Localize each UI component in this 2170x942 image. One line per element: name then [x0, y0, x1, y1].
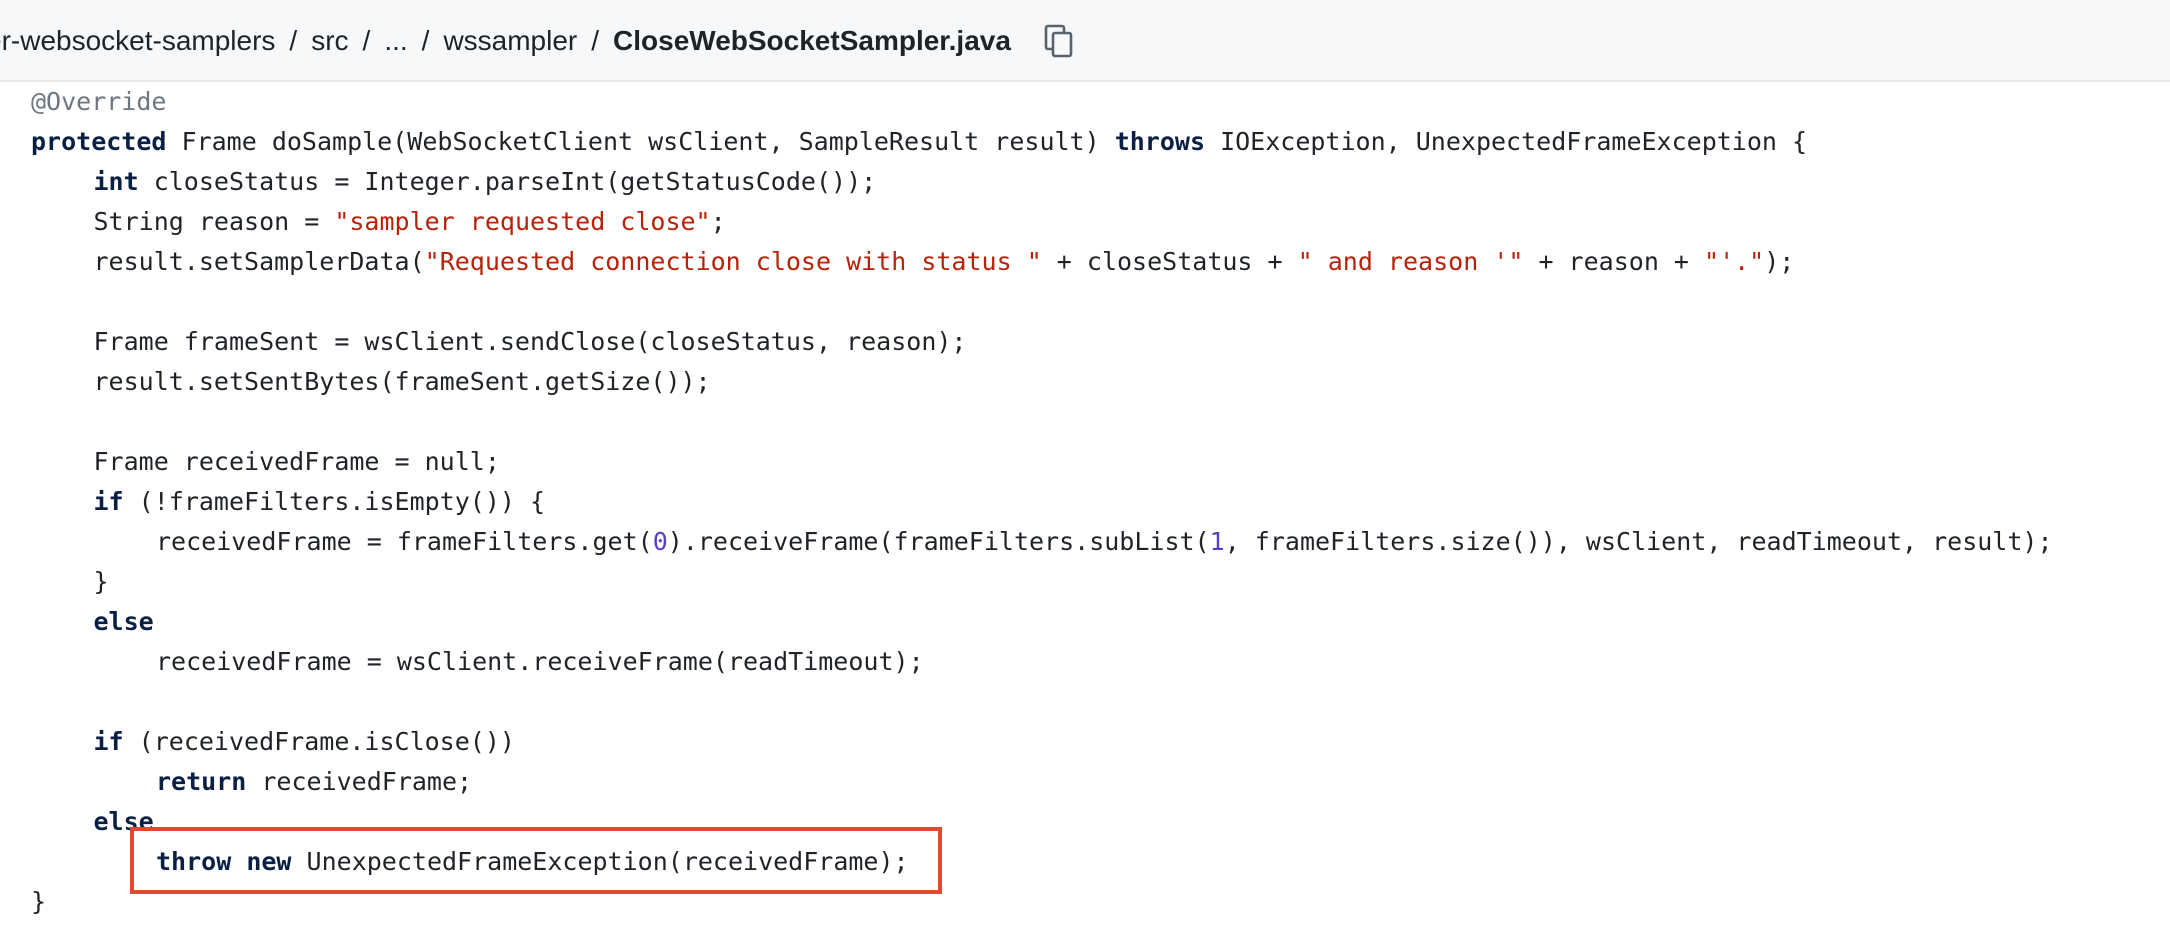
code-line: }: [31, 562, 2053, 602]
keyword-token: else: [93, 807, 154, 836]
number-token: 0: [652, 527, 668, 556]
copy-icon: [1044, 24, 1073, 58]
code-text: , frameFilters.size()), wsClient, readTi…: [1224, 527, 2053, 556]
code-line: @Override: [31, 82, 2053, 122]
number-token: 1: [1209, 527, 1225, 556]
code-text: (receivedFrame.isClose()): [123, 727, 515, 756]
keyword-token: return: [156, 767, 247, 796]
keyword-token: new: [246, 847, 292, 876]
code-text: receivedFrame = frameFilters.get(: [156, 527, 653, 556]
code-line: Frame receivedFrame = null;: [31, 442, 2053, 482]
code-line: receivedFrame = frameFilters.get(0).rece…: [31, 522, 2053, 562]
code-line: if (!frameFilters.isEmpty()) {: [31, 482, 2053, 522]
string-token: " and reason '": [1297, 247, 1524, 276]
code-text: + reason +: [1523, 247, 1705, 276]
breadcrumb-separator: /: [289, 25, 298, 56]
keyword-token: throw: [156, 847, 232, 876]
code-text: ;: [710, 207, 726, 236]
breadcrumb-current-file: CloseWebSocketSampler.java: [613, 25, 1011, 56]
file-header-bar: er-websocket-samplers / src / ... / wssa…: [0, 0, 2170, 82]
keyword-token: int: [93, 167, 139, 196]
breadcrumb-separator: /: [362, 25, 371, 56]
code-line: else: [31, 602, 2053, 642]
code-line: result.setSamplerData("Requested connect…: [31, 242, 2053, 282]
keyword-token: if: [93, 727, 124, 756]
code-line: else: [31, 802, 2053, 842]
breadcrumb-wssampler-link[interactable]: wssampler: [443, 25, 577, 57]
breadcrumb: er-websocket-samplers / src / ... / wssa…: [0, 0, 1077, 82]
code-text: receivedFrame;: [246, 767, 473, 796]
keyword-token: throws: [1114, 127, 1206, 156]
code-line: String reason = "sampler requested close…: [31, 202, 2053, 242]
code-view: @Override protected Frame doSample(WebSo…: [31, 82, 2053, 922]
code-text: receivedFrame = wsClient.receiveFrame(re…: [156, 647, 924, 676]
code-text: Frame receivedFrame = null;: [93, 447, 500, 476]
code-line: int closeStatus = Integer.parseInt(getSt…: [31, 162, 2053, 202]
code-text: Frame frameSent = wsClient.sendClose(clo…: [93, 327, 967, 356]
keyword-token: if: [93, 487, 124, 516]
code-text: (!frameFilters.isEmpty()) {: [123, 487, 546, 516]
keyword-token: protected: [31, 127, 167, 156]
code-line: return receivedFrame;: [31, 762, 2053, 802]
keyword-token: else: [93, 607, 154, 636]
annotation-token: @Override: [31, 87, 167, 116]
breadcrumb-separator: /: [591, 25, 600, 56]
copy-path-button[interactable]: [1041, 21, 1077, 61]
string-token: "Requested connection close with status …: [424, 247, 1042, 276]
breadcrumb-separator: /: [421, 25, 430, 56]
code-line: }: [31, 882, 2053, 922]
code-text: ).receiveFrame(frameFilters.subList(: [667, 527, 1210, 556]
code-line: protected Frame doSample(WebSocketClient…: [31, 122, 2053, 162]
code-text: UnexpectedFrameException(receivedFrame);: [291, 847, 909, 876]
string-token: "'.": [1704, 247, 1765, 276]
code-text: String reason =: [93, 207, 335, 236]
code-line-highlighted: throw new UnexpectedFrameException(recei…: [31, 842, 2053, 882]
breadcrumb-repo-link[interactable]: er-websocket-samplers: [0, 25, 275, 57]
code-text: }: [31, 887, 47, 916]
code-line: if (receivedFrame.isClose()): [31, 722, 2053, 762]
breadcrumb-ellipsis[interactable]: ...: [384, 25, 407, 57]
code-text: result.setSamplerData(: [93, 247, 425, 276]
breadcrumb-src-link[interactable]: src: [311, 25, 348, 57]
code-line: receivedFrame = wsClient.receiveFrame(re…: [31, 642, 2053, 682]
code-text: );: [1764, 247, 1795, 276]
code-text: closeStatus = Integer.parseInt(getStatus…: [138, 167, 877, 196]
code-text: + closeStatus +: [1041, 247, 1298, 276]
code-text: Frame doSample(WebSocketClient wsClient,…: [166, 127, 1115, 156]
code-text: IOException, UnexpectedFrameException {: [1205, 127, 1808, 156]
code-line: Frame frameSent = wsClient.sendClose(clo…: [31, 322, 2053, 362]
string-token: "sampler requested close": [334, 207, 711, 236]
code-text: result.setSentBytes(frameSent.getSize())…: [93, 367, 711, 396]
code-text: }: [93, 567, 109, 596]
code-line: result.setSentBytes(frameSent.getSize())…: [31, 362, 2053, 402]
